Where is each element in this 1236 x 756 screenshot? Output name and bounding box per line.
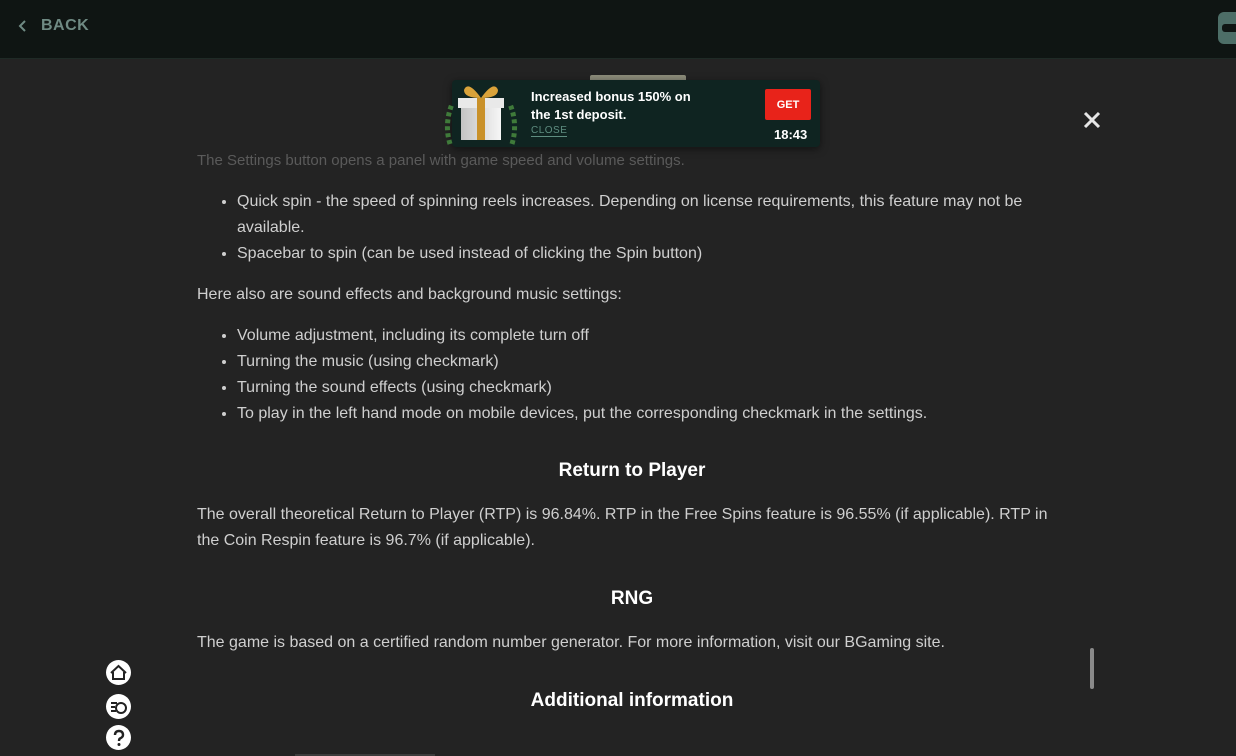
back-label: BACK	[41, 17, 90, 34]
settings-list: Quick spin - the speed of spinning reels…	[197, 189, 1067, 267]
scrollbar-thumb[interactable]	[1090, 648, 1094, 689]
home-icon[interactable]	[106, 660, 131, 685]
rng-heading: RNG	[610, 588, 654, 609]
close-icon[interactable]	[1082, 110, 1102, 130]
promo-timer: 18:43	[774, 127, 808, 142]
coins-icon[interactable]	[106, 694, 131, 719]
list-item: Turning the sound effects (using checkma…	[237, 375, 1067, 401]
list-item: Volume adjustment, including its complet…	[237, 323, 1067, 349]
promo-text: Increased bonus 150% on the 1st deposit.	[531, 88, 711, 124]
back-button[interactable]: BACK	[18, 17, 89, 35]
promo-text-bold: 150%	[637, 89, 672, 104]
question-icon[interactable]	[106, 725, 131, 750]
additional-heading: Additional information	[530, 690, 734, 711]
wallet-icon[interactable]	[1218, 12, 1236, 44]
rtp-heading-wrap: Return to Player	[197, 460, 1067, 482]
chevron-left-icon	[18, 19, 27, 33]
promo-text-part1: Increased bonus	[531, 89, 638, 104]
list-item: Turning the music (using checkmark)	[237, 349, 1067, 375]
list-item: Spacebar to spin (can be used instead of…	[237, 241, 1067, 267]
rng-text: The game is based on a certified random …	[197, 634, 945, 651]
list-item: Quick spin - the speed of spinning reels…	[237, 189, 1067, 241]
additional-heading-wrap: Additional information	[197, 690, 1067, 712]
gift-icon	[442, 74, 520, 150]
list-item: To play in the left hand mode on mobile …	[237, 401, 1067, 427]
promo-close-link[interactable]: CLOSE	[531, 125, 568, 137]
rng-heading-wrap: RNG	[197, 588, 1067, 610]
top-bar: BACK	[0, 0, 1236, 59]
rtp-text: The overall theoretical Return to Player…	[197, 506, 1048, 549]
rng-text-wrap: The game is based on a certified random …	[197, 630, 1067, 656]
sound-paragraph: Here also are sound effects and backgrou…	[197, 286, 622, 303]
rtp-text-wrap: The overall theoretical Return to Player…	[197, 502, 1067, 554]
faded-settings-text: The Settings button opens a panel with g…	[197, 152, 685, 169]
promo-banner: Increased bonus 150% on the 1st deposit.…	[444, 80, 820, 147]
sound-paragraph-wrap: Here also are sound effects and backgrou…	[197, 282, 1067, 308]
rtp-heading: Return to Player	[558, 460, 706, 481]
sound-list: Volume adjustment, including its complet…	[197, 323, 1067, 427]
get-bonus-button[interactable]: GET	[765, 89, 811, 120]
